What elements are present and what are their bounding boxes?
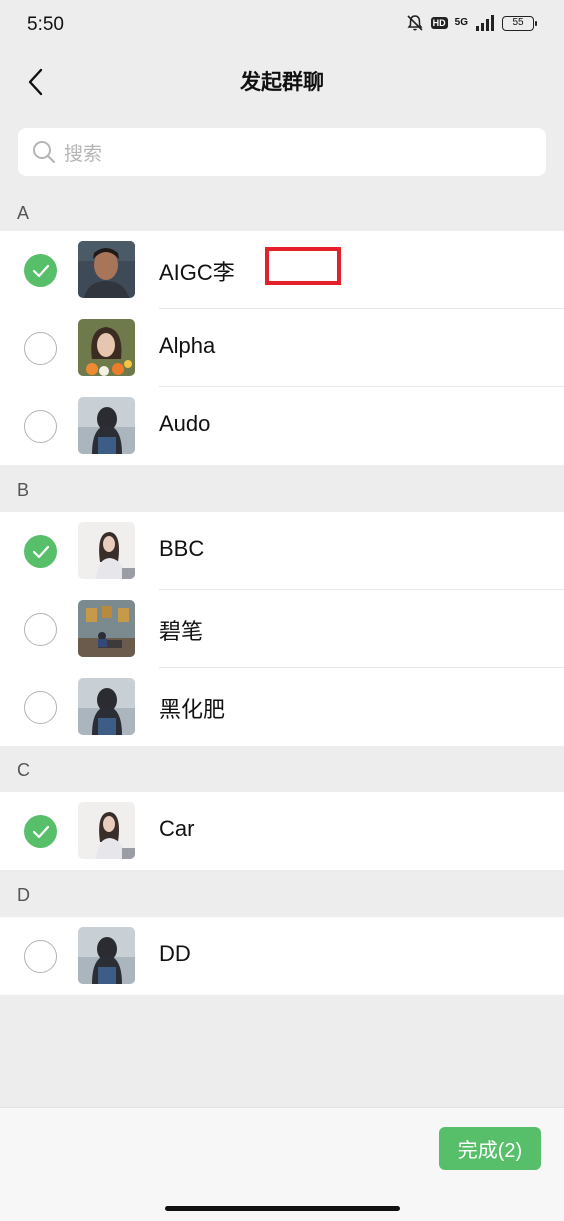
- checkbox-unchecked[interactable]: [24, 332, 57, 365]
- home-indicator[interactable]: [165, 1206, 400, 1211]
- avatar: [78, 397, 135, 454]
- contact-row-alpha[interactable]: Alpha: [0, 309, 564, 387]
- avatar: [78, 678, 135, 735]
- checkbox-unchecked[interactable]: [24, 691, 57, 724]
- contact-row-heihuafei[interactable]: 黑化肥: [0, 668, 564, 746]
- check-icon: [32, 825, 49, 838]
- checkbox-checked[interactable]: [24, 535, 57, 568]
- hd-badge: HD: [430, 17, 448, 29]
- contact-row-audo[interactable]: Audo: [0, 387, 564, 465]
- section-header-b: B: [17, 479, 30, 500]
- mute-bell-icon: [407, 15, 423, 31]
- search-icon: [33, 141, 55, 163]
- checkbox-unchecked[interactable]: [24, 613, 57, 646]
- highlight-box: [265, 247, 341, 285]
- group-chat-page: 5:50 HD 5G 55 发起群聊 搜索 A AIGC李 Alpha Audo…: [0, 0, 564, 1221]
- avatar: [78, 927, 135, 984]
- status-bar: 5:50 HD 5G 55: [0, 0, 564, 52]
- network-label: 5G: [454, 17, 468, 28]
- page-title: 发起群聊: [240, 71, 324, 94]
- section-header-d: D: [17, 884, 30, 905]
- section-header-c: C: [17, 759, 30, 780]
- status-icons: HD 5G 55: [406, 14, 537, 32]
- search-placeholder: 搜索: [64, 143, 103, 165]
- section-header-a: A: [17, 202, 30, 223]
- avatar: [78, 802, 135, 859]
- avatar: [78, 522, 135, 579]
- contact-name: Audo: [159, 411, 211, 436]
- check-icon: [32, 264, 49, 277]
- avatar: [78, 600, 135, 657]
- contact-name: BBC: [159, 536, 205, 561]
- contact-row-dd[interactable]: DD: [0, 917, 564, 995]
- contact-name: Car: [159, 816, 195, 841]
- contact-row-bbc[interactable]: BBC: [0, 512, 564, 590]
- checkbox-checked[interactable]: [24, 815, 57, 848]
- contact-name: DD: [159, 941, 191, 966]
- checkbox-unchecked[interactable]: [24, 410, 57, 443]
- contact-row-aigc[interactable]: AIGC李: [0, 231, 564, 309]
- avatar: [78, 241, 135, 298]
- done-button[interactable]: 完成(2): [439, 1127, 541, 1170]
- checkbox-unchecked[interactable]: [24, 940, 57, 973]
- check-icon: [32, 545, 49, 558]
- avatar: [78, 319, 135, 376]
- contact-name: 黑化肥: [159, 697, 226, 722]
- battery-icon: 55: [502, 15, 537, 31]
- contact-row-bibi[interactable]: 碧笔: [0, 590, 564, 668]
- bottom-bar: 完成(2): [0, 1107, 564, 1221]
- contact-name: Alpha: [159, 333, 216, 358]
- contact-name: 碧笔: [159, 619, 204, 644]
- search-input[interactable]: 搜索: [18, 128, 546, 176]
- checkbox-checked[interactable]: [24, 254, 57, 287]
- contact-name: AIGC李: [159, 260, 235, 285]
- contact-row-car[interactable]: Car: [0, 792, 564, 870]
- signal-icon: [476, 15, 494, 31]
- nav-bar: 发起群聊: [0, 52, 564, 112]
- status-time: 5:50: [27, 14, 64, 35]
